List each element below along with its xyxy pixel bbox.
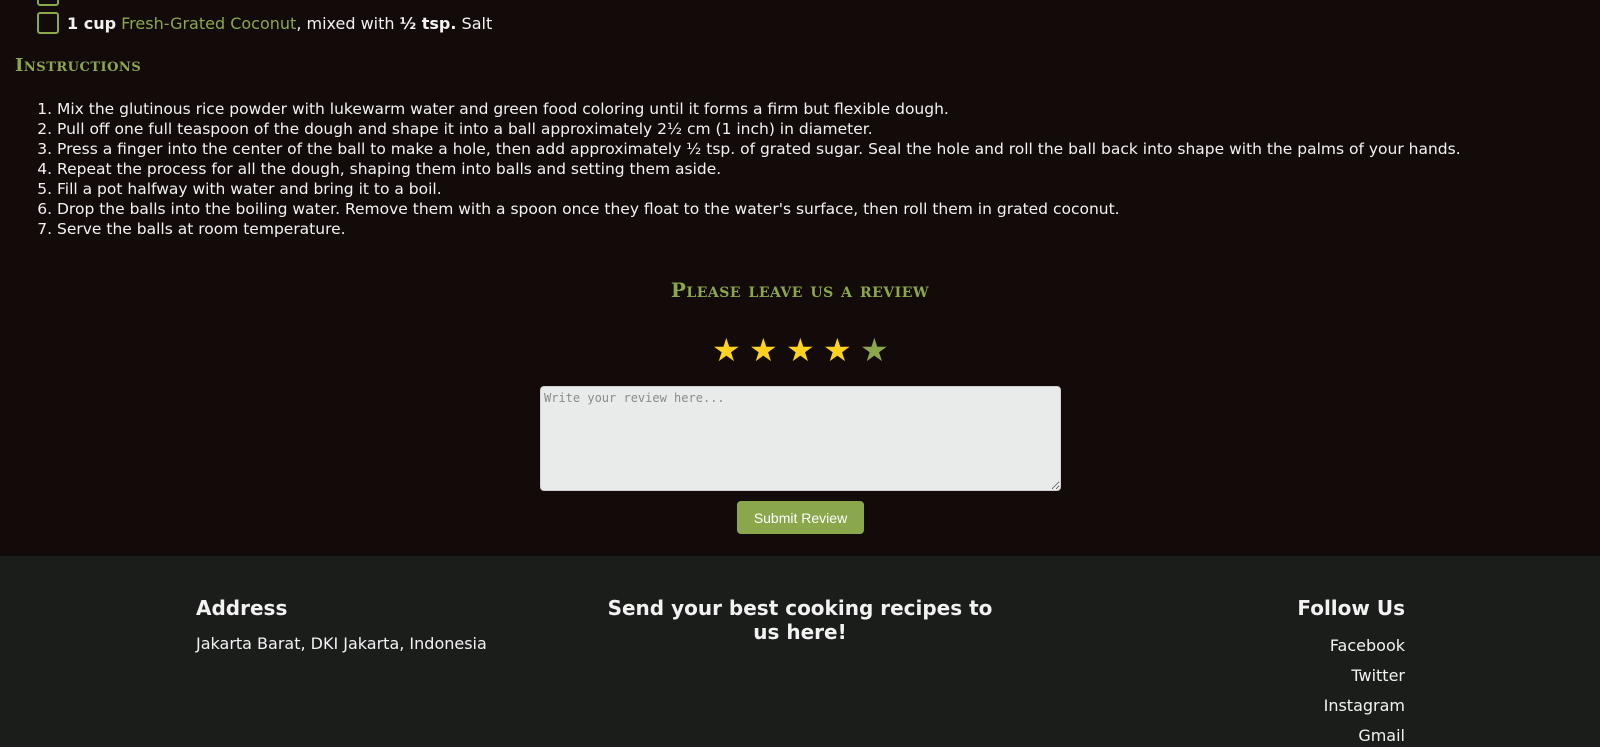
social-link-instagram[interactable]: Instagram	[1297, 691, 1405, 721]
instruction-step: Mix the glutinous rice powder with lukew…	[57, 99, 1577, 119]
submit-review-button[interactable]: Submit Review	[737, 501, 864, 534]
instructions-heading: Instructions	[15, 55, 142, 76]
footer-address: Address Jakarta Barat, DKI Jakarta, Indo…	[196, 596, 487, 653]
star-icon[interactable]: ★	[860, 334, 889, 366]
ingredient-amount: 1 cup	[67, 13, 117, 33]
instructions-list: Mix the glutinous rice powder with lukew…	[57, 99, 1577, 239]
instruction-step: Press a finger into the center of the ba…	[57, 139, 1577, 159]
instruction-step: Serve the balls at room temperature.	[57, 219, 1577, 239]
star-icon[interactable]: ★	[749, 334, 778, 366]
social-link-facebook[interactable]: Facebook	[1297, 631, 1405, 661]
instruction-step: Drop the balls into the boiling water. R…	[57, 199, 1577, 219]
footer-send-recipes: Send your best cooking recipes to us her…	[600, 596, 1000, 644]
ingredient-checkbox[interactable]	[37, 0, 59, 6]
send-recipes-heading: Send your best cooking recipes to us her…	[607, 596, 993, 644]
ingredient-amount-2: ½ tsp.	[399, 13, 457, 33]
star-rating: ★ ★ ★ ★ ★	[0, 334, 1600, 366]
social-link-gmail[interactable]: Gmail	[1297, 721, 1405, 747]
ingredient-link[interactable]: Fresh-Grated Coconut	[121, 14, 296, 33]
follow-heading: Follow Us	[1297, 596, 1405, 620]
ingredient-checkbox[interactable]	[37, 12, 59, 34]
address-heading: Address	[196, 596, 288, 620]
ingredient-row-partial	[37, 0, 59, 10]
social-link-twitter[interactable]: Twitter	[1297, 661, 1405, 691]
instruction-step: Pull off one full teaspoon of the dough …	[57, 119, 1577, 139]
ingredient-text: 1 cup Fresh-Grated Coconut, mixed with ½…	[67, 14, 492, 33]
instruction-step: Repeat the process for all the dough, sh…	[57, 159, 1577, 179]
star-icon[interactable]: ★	[786, 334, 815, 366]
social-links: Facebook Twitter Instagram Gmail	[1297, 631, 1405, 747]
ingredient-item-2: Salt	[456, 13, 493, 33]
footer: Address Jakarta Barat, DKI Jakarta, Indo…	[0, 556, 1600, 747]
star-icon[interactable]: ★	[823, 334, 852, 366]
address-text: Jakarta Barat, DKI Jakarta, Indonesia	[196, 634, 487, 653]
review-heading: Please leave us a review	[670, 278, 930, 302]
footer-follow: Follow Us Facebook Twitter Instagram Gma…	[1297, 596, 1405, 747]
ingredient-connector: , mixed with	[296, 13, 400, 33]
review-textarea[interactable]	[540, 386, 1061, 491]
star-icon[interactable]: ★	[712, 334, 741, 366]
instruction-step: Fill a pot halfway with water and bring …	[57, 179, 1577, 199]
ingredient-row: 1 cup Fresh-Grated Coconut, mixed with ½…	[37, 12, 492, 34]
